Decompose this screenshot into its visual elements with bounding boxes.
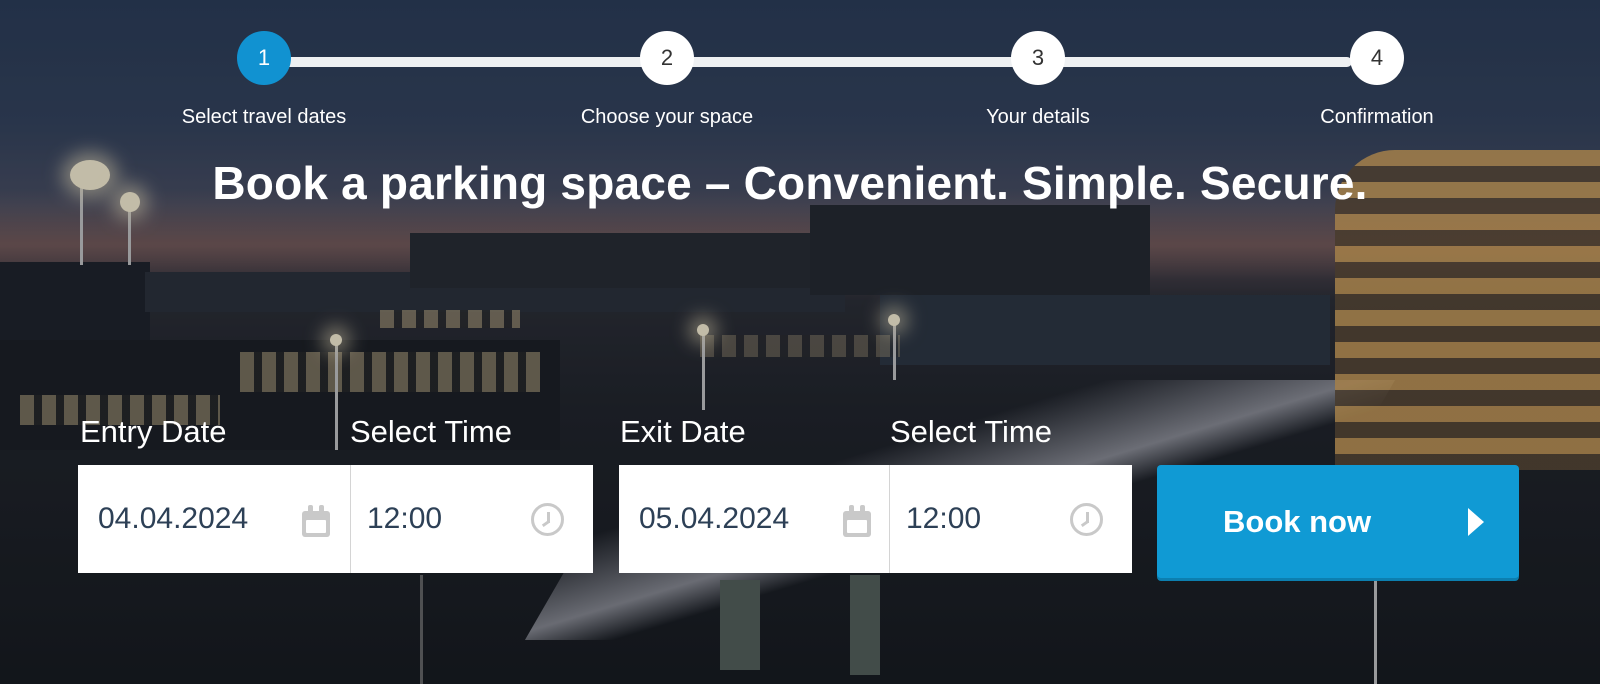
exit-date-input[interactable]: 05.04.2024: [619, 465, 889, 573]
stepper-track: [262, 57, 1352, 67]
step-3-circle: 3: [1011, 31, 1065, 85]
step-4-label: Confirmation: [1320, 106, 1434, 128]
book-now-label: Book now: [1223, 503, 1372, 539]
entry-date-input[interactable]: 04.04.2024: [78, 465, 350, 573]
chevron-right-icon: [1468, 508, 1484, 536]
entry-time-input[interactable]: 12:00: [351, 465, 593, 573]
exit-time-value: 12:00: [906, 502, 982, 535]
step-2-label: Choose your space: [580, 106, 754, 128]
entry-time-label: Select Time: [350, 414, 512, 449]
clock-icon[interactable]: [531, 503, 564, 536]
entry-date-label: Entry Date: [80, 414, 227, 449]
page-headline: Book a parking space – Convenient. Simpl…: [212, 157, 1368, 209]
step-1-label: Select travel dates: [181, 106, 347, 128]
step-1-circle: 1: [237, 31, 291, 85]
step-4-circle: 4: [1350, 31, 1404, 85]
entry-time-value: 12:00: [367, 502, 443, 535]
calendar-icon[interactable]: [843, 505, 871, 537]
exit-date-value: 05.04.2024: [639, 502, 790, 535]
step-2-circle: 2: [640, 31, 694, 85]
calendar-icon[interactable]: [302, 505, 330, 537]
exit-time-label: Select Time: [890, 414, 1052, 449]
progress-stepper: 1 2 3 4 Select travel dates Choose your …: [0, 0, 1600, 140]
exit-date-label: Exit Date: [620, 414, 746, 449]
clock-icon[interactable]: [1070, 503, 1103, 536]
exit-time-input[interactable]: 12:00: [890, 465, 1132, 573]
entry-date-value: 04.04.2024: [98, 502, 249, 535]
step-3-label: Your details: [986, 106, 1090, 128]
book-now-button[interactable]: Book now: [1157, 465, 1519, 578]
